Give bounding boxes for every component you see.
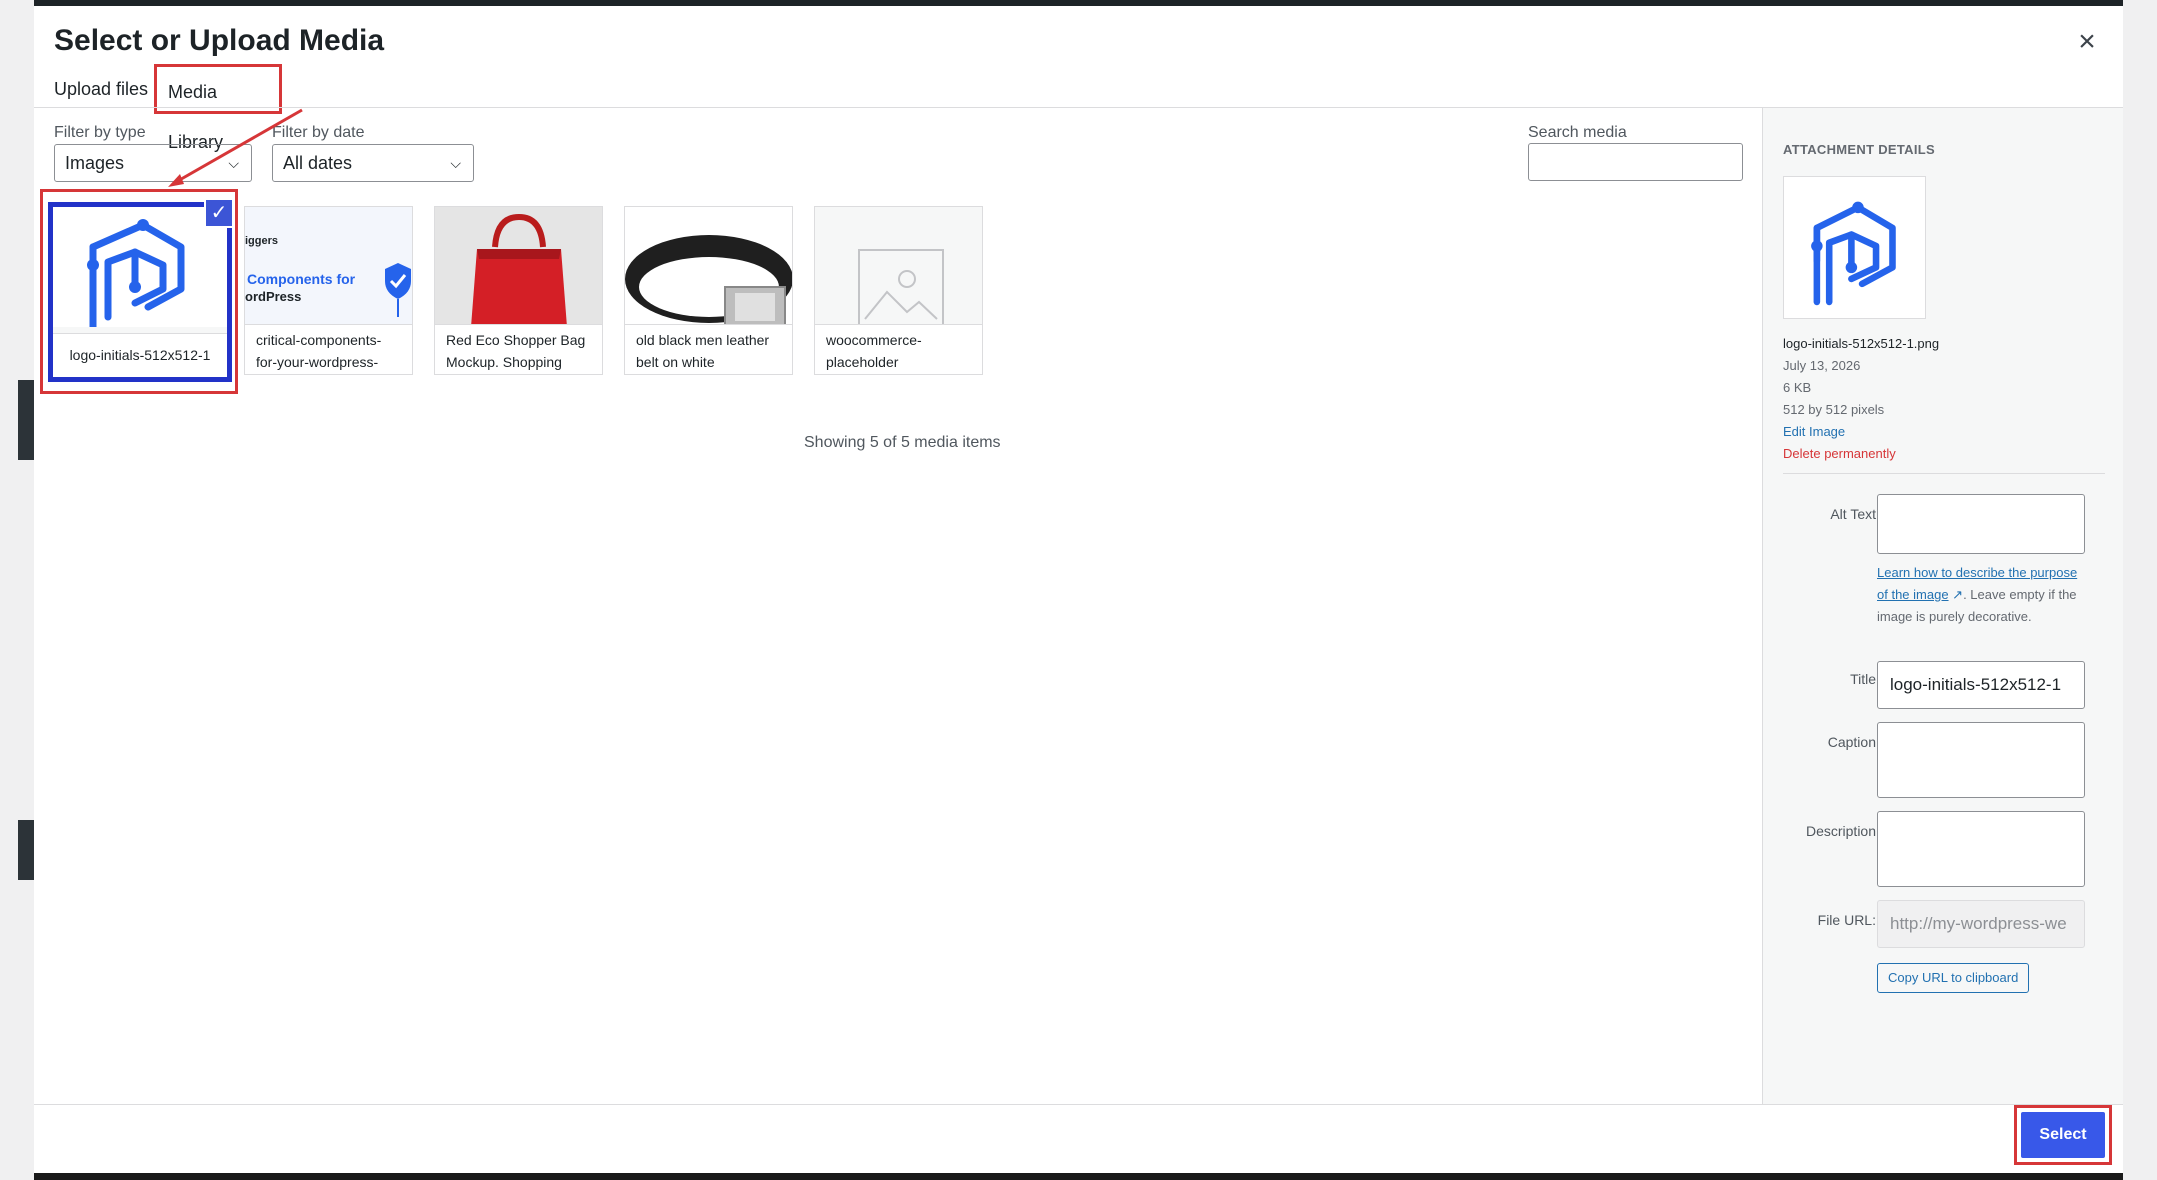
filter-date-value: All dates xyxy=(283,153,353,173)
modal-title: Select or Upload Media xyxy=(54,24,385,57)
showing-count: Showing 5 of 5 media items xyxy=(804,434,1001,451)
caption-label: Caption xyxy=(1827,734,1876,750)
media-item-red-bag[interactable]: Red Eco Shopper Bag Mockup. Shopping xyxy=(434,206,603,375)
preview-text: iggers xyxy=(245,235,279,247)
media-caption: old black men leather belt on white xyxy=(625,324,792,374)
logo-initials-image xyxy=(53,207,227,331)
filter-type-value: Images xyxy=(65,153,125,173)
alt-text-label: Alt Text xyxy=(1830,506,1876,522)
close-icon[interactable]: × xyxy=(2069,24,2105,60)
footer-divider xyxy=(34,1104,2123,1105)
copy-url-button[interactable]: Copy URL to clipboard xyxy=(1877,963,2030,993)
media-item-belt[interactable]: old black men leather belt on white xyxy=(624,206,793,375)
attachment-filename: logo-initials-512x512-1.png xyxy=(1783,336,1940,351)
chevron-down-icon: ⌵ xyxy=(450,155,461,171)
attachment-size: 6 KB xyxy=(1783,380,1812,395)
media-caption: critical-components-for-your-wordpress- xyxy=(245,324,412,374)
search-label: Search media xyxy=(1528,124,1627,141)
edit-image-link[interactable]: Edit Image xyxy=(1783,424,1845,439)
search-input[interactable] xyxy=(1528,143,1743,181)
description-field[interactable] xyxy=(1877,811,2085,887)
filter-date-label: Filter by date xyxy=(272,124,365,141)
media-item-logo[interactable]: logo-initials-512x512-1 xyxy=(48,202,232,382)
description-label: Description xyxy=(1805,823,1876,839)
media-item-placeholder[interactable]: woocommerce-placeholder xyxy=(814,206,983,375)
file-url-field[interactable]: http://my-wordpress-we xyxy=(1877,900,2085,948)
external-link-icon: ↗ xyxy=(1952,587,1964,602)
attachment-thumbnail xyxy=(1783,176,1926,319)
media-item-critical-components[interactable]: iggers Components for ordPress critical-… xyxy=(244,206,413,375)
attachment-dimensions: 512 by 512 pixels xyxy=(1783,402,1885,417)
media-caption: woocommerce-placeholder xyxy=(815,324,982,374)
alt-text-help: Learn how to describe the purpose of the… xyxy=(1877,562,2087,628)
preview-text: ordPress xyxy=(245,289,302,304)
file-url-label: File URL: xyxy=(1817,912,1876,928)
title-label: Title xyxy=(1850,671,1876,687)
background-editor-left xyxy=(0,0,34,1180)
filter-type-select[interactable]: Images ⌵ xyxy=(54,144,252,182)
red-bag-image xyxy=(435,207,602,327)
chevron-down-icon: ⌵ xyxy=(228,155,239,171)
placeholder-image xyxy=(815,207,982,327)
preview-text: Components for xyxy=(247,271,356,287)
checkmark-icon[interactable]: ✓ xyxy=(204,198,234,228)
background-editor-right xyxy=(2123,0,2157,1180)
filter-date-select[interactable]: All dates ⌵ xyxy=(272,144,474,182)
attachment-details-panel: ATTACHMENT DETAILS logo-initials-512x512… xyxy=(1762,108,2123,1104)
media-caption: Red Eco Shopper Bag Mockup. Shopping xyxy=(435,324,602,374)
blog-graphic-image: iggers Components for ordPress xyxy=(245,207,412,327)
filter-type-label: Filter by type xyxy=(54,124,146,141)
attachment-heading: ATTACHMENT DETAILS xyxy=(1783,142,1935,157)
select-button[interactable]: Select xyxy=(2021,1112,2105,1158)
delete-permanently-link[interactable]: Delete permanently xyxy=(1783,446,1896,461)
caption-field[interactable] xyxy=(1877,722,2085,798)
divider xyxy=(1783,473,2105,474)
media-modal: Select or Upload Media × Upload files Me… xyxy=(34,6,2123,1173)
media-caption: logo-initials-512x512-1 xyxy=(53,333,227,377)
alt-text-field[interactable] xyxy=(1877,494,2085,554)
title-field[interactable]: logo-initials-512x512-1 xyxy=(1877,661,2085,709)
belt-image xyxy=(625,207,792,328)
attachment-date: July 13, 2026 xyxy=(1783,358,1861,373)
